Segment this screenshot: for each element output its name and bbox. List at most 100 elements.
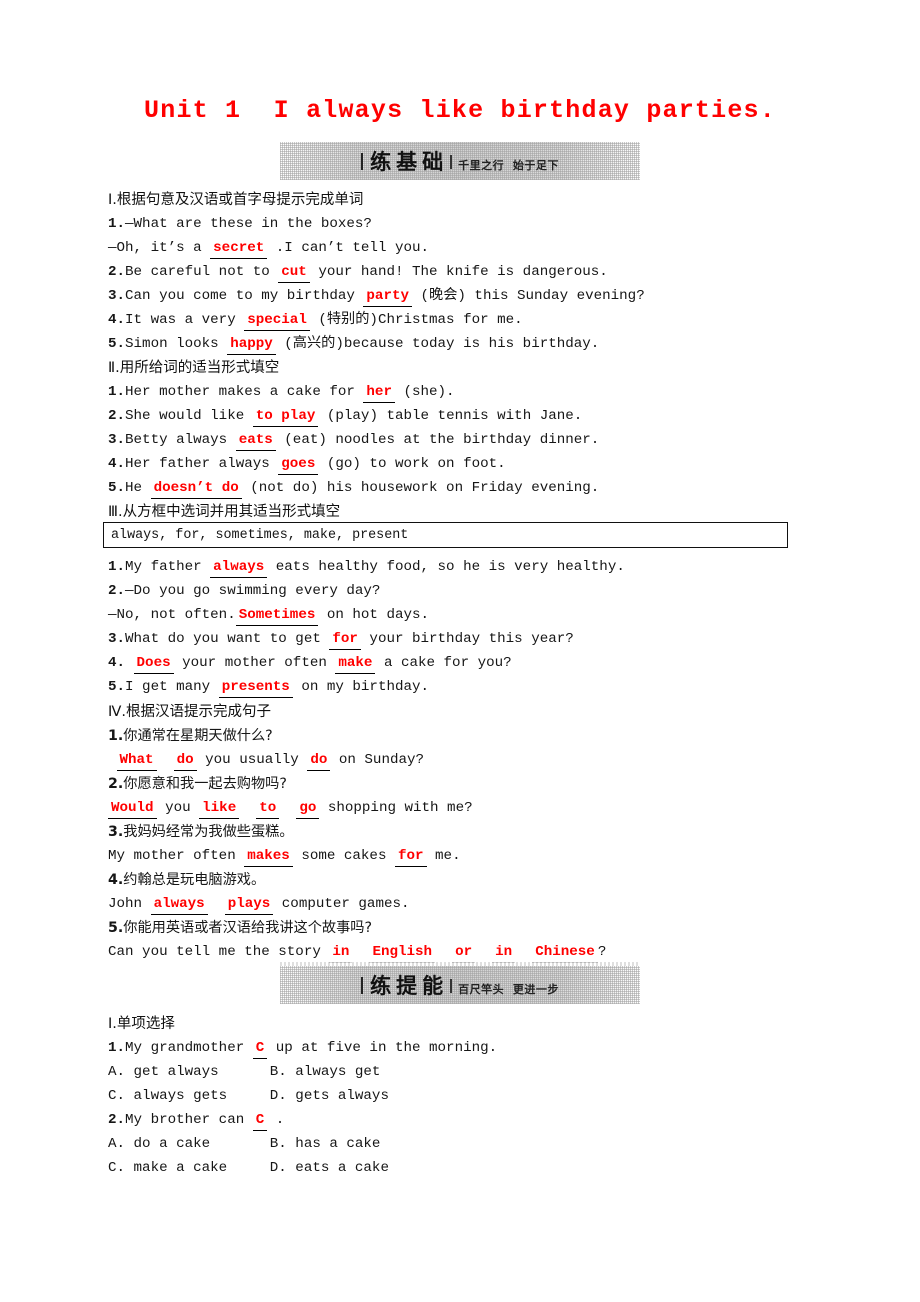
sentence-text (157, 752, 174, 768)
sentence-text (475, 944, 492, 960)
item-number: 5. (108, 920, 124, 936)
answer-blank[interactable]: makes (244, 848, 293, 867)
answer-blank[interactable]: Chinese (532, 944, 598, 963)
answer-blank[interactable]: What (116, 752, 157, 771)
sentence-text: computer games. (273, 896, 410, 912)
answer-blank[interactable]: for (394, 848, 427, 867)
answer-blank[interactable]: special (244, 312, 310, 331)
sentence-text: —Do you go swimming every day? (125, 583, 381, 599)
section-2-items: 1.Her mother makes a cake for her (she).… (108, 380, 908, 500)
sentence-text: My grandmother (125, 1040, 253, 1056)
exercise-line: C. always gets D. gets always (108, 1084, 908, 1108)
answer-blank[interactable]: her (363, 384, 395, 403)
answer-blank[interactable]: always (210, 559, 268, 578)
banner-divider-icon (450, 155, 453, 169)
word-bank-text: always, for, sometimes, make, present (111, 527, 409, 543)
exercise-line: 1.Her mother makes a cake for her (she). (108, 380, 908, 404)
sentence-text (108, 752, 117, 768)
sentence-text (352, 944, 369, 960)
exercise-line: 4.约翰总是玩电脑游戏。 (108, 868, 908, 892)
answer-blank[interactable]: goes (278, 456, 319, 475)
sentence-text: C. make a cake D. eats a cake (108, 1160, 389, 1176)
sentence-text: up at five in the morning. (267, 1040, 498, 1056)
sentence-text: your birthday this year? (360, 631, 574, 647)
sentence-text: (play) table tennis with Jane. (318, 408, 583, 424)
item-number: 1. (108, 384, 126, 400)
item-number: 4. (108, 312, 126, 328)
sentence-text: He (125, 480, 151, 496)
sentence-text (279, 800, 296, 816)
answer-blank[interactable]: C (252, 1040, 268, 1059)
answer-blank[interactable]: Does (133, 655, 174, 674)
exercise-line: 4.Her father always goes (go) to work on… (108, 452, 908, 476)
page-title: Unit 1 I always like birthday parties. (144, 96, 776, 125)
sentence-text: —Oh, it’s a (108, 240, 211, 256)
answer-blank[interactable]: presents (218, 679, 293, 698)
sentence-text (125, 655, 134, 671)
sentence-text: (高兴的)because today is his birthday. (275, 336, 600, 352)
answer-blank[interactable]: or (452, 944, 476, 963)
answer-blank[interactable]: do (307, 752, 331, 771)
answer-blank[interactable]: for (329, 631, 361, 650)
exercise-line: 2.—Do you go swimming every day? (108, 579, 908, 603)
exercise-line: 4. Does your mother often make a cake fo… (108, 651, 908, 675)
sentence-text: Betty always (125, 432, 236, 448)
answer-blank[interactable]: go (296, 800, 320, 819)
sentence-text: John (108, 896, 151, 912)
exercise-line: My mother often makes some cakes for me. (108, 844, 908, 868)
answer-blank[interactable]: plays (224, 896, 274, 915)
sentence-text: on my birthday. (292, 679, 430, 695)
exercise-line: A. do a cake B. has a cake (108, 1132, 908, 1156)
sentence-text: . (267, 1112, 285, 1128)
answer-blank[interactable]: cut (278, 264, 310, 283)
answer-blank[interactable]: in (492, 944, 516, 963)
sentence-text: on Sunday? (330, 752, 425, 768)
exercise-line: 3.Can you come to my birthday party (晚会)… (108, 284, 908, 308)
sentence-text: you (156, 800, 200, 816)
answer-blank[interactable]: always (150, 896, 208, 915)
answer-blank[interactable]: to (256, 800, 280, 819)
answer-blank[interactable]: Would (108, 800, 157, 819)
item-number: 1. (108, 216, 126, 232)
answer-blank[interactable]: make (335, 655, 376, 674)
answer-blank[interactable]: doesn’t do (150, 480, 242, 499)
sentence-text (208, 896, 225, 912)
exercise-line: 5.Simon looks happy (高兴的)because today i… (108, 332, 908, 356)
item-number: 4. (108, 456, 126, 472)
sentence-text: A. get always B. always get (108, 1064, 381, 1080)
exercise-line: 4.It was a very special (特别的)Christmas f… (108, 308, 908, 332)
exercise-line: 3.What do you want to get for your birth… (108, 627, 908, 651)
sentence-text: Simon looks (125, 336, 228, 352)
answer-blank[interactable]: happy (227, 336, 276, 355)
section-3-items-block: 1.My father always eats healthy food, so… (108, 555, 908, 699)
sentence-text: (she). (394, 384, 455, 400)
sentence-text: Be careful not to (125, 264, 279, 280)
sentence-text: 你能用英语或者汉语给我讲这个故事吗? (123, 920, 372, 936)
sentence-text (515, 944, 532, 960)
answer-blank[interactable]: do (173, 752, 197, 771)
sentence-text: (eat) noodles at the birthday dinner. (275, 432, 600, 448)
answer-blank[interactable]: eats (235, 432, 276, 451)
sentence-text: eats healthy food, so he is very healthy… (267, 559, 625, 575)
exercise-line: John always plays computer games. (108, 892, 908, 916)
sentence-text: 我妈妈经常为我做些蛋糕。 (123, 824, 294, 840)
sentence-text: on hot days. (318, 607, 430, 623)
answer-blank[interactable]: to play (252, 408, 319, 427)
answer-blank[interactable]: like (199, 800, 240, 819)
item-number: 1. (108, 559, 126, 575)
item-number: 3. (108, 288, 126, 304)
item-number: 2. (108, 1112, 126, 1128)
answer-blank[interactable]: secret (210, 240, 268, 259)
answer-blank[interactable]: in (329, 944, 353, 963)
section-1-heading: Ⅰ.根据句意及汉语或首字母提示完成单词 (108, 192, 364, 208)
sentence-text: 你愿意和我一起去购物吗? (123, 776, 287, 792)
banner-subtitle-basics: 千里之行 始于足下 (458, 159, 559, 172)
exercise-line: A. get always B. always get (108, 1060, 908, 1084)
answer-blank[interactable]: C (252, 1112, 268, 1131)
answer-blank[interactable]: party (363, 288, 412, 307)
sentence-text: I get many (125, 679, 219, 695)
exercise-line: 5.I get many presents on my birthday. (108, 675, 908, 699)
answer-blank[interactable]: Sometimes (235, 607, 319, 626)
answer-blank[interactable]: English (369, 944, 436, 963)
item-number: 4. (108, 655, 126, 671)
